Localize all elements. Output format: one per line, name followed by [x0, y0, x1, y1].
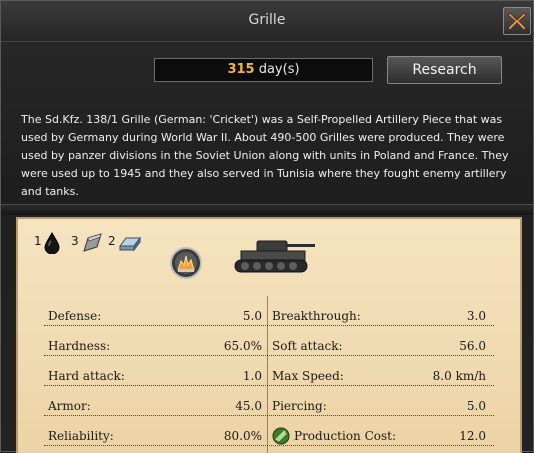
oil-drop-icon	[44, 232, 60, 254]
stat-value-armor: 45.0	[235, 399, 262, 413]
stat-label-piercing: Piercing:	[272, 399, 327, 413]
stat-row: Defense: 5.0 Breakthrough: 3.0	[44, 306, 494, 328]
stat-value-defense: 5.0	[242, 309, 262, 323]
stat-row: Hard attack: 1.0 Max Speed: 8.0 km/h	[44, 366, 494, 388]
stat-value-hard-attack: 1.0	[242, 369, 262, 383]
stat-value-piercing: 5.0	[466, 399, 486, 413]
research-days-unit: day(s)	[258, 62, 300, 77]
stat-row: Reliability: 80.0% Production Cost: 12.0	[44, 426, 494, 448]
stat-value-breakthrough: 3.0	[466, 309, 486, 323]
close-button[interactable]	[503, 7, 531, 35]
resource-steel-value: 3	[71, 234, 79, 248]
research-button[interactable]: Research	[387, 56, 502, 84]
stat-label-breakthrough: Breakthrough:	[272, 309, 361, 323]
stat-value-soft-attack: 56.0	[459, 339, 486, 353]
stat-label-soft-attack: Soft attack:	[272, 339, 343, 353]
production-gear-icon	[272, 427, 290, 445]
stat-row: Armor: 45.0 Piercing: 5.0	[44, 396, 494, 418]
unit-description: The Sd.Kfz. 138/1 Grille (German: 'Crick…	[21, 113, 509, 198]
research-days-value: 315	[227, 62, 255, 77]
stat-label-armor: Armor:	[48, 399, 91, 413]
explosion-icon	[170, 247, 202, 279]
stat-label-reliability: Reliability:	[48, 429, 114, 443]
resource-aluminium-value: 2	[108, 234, 116, 248]
research-time-display: 315 day(s)	[154, 58, 373, 82]
stat-label-hardness: Hardness:	[48, 339, 111, 353]
steel-icon	[83, 233, 102, 252]
close-icon	[507, 12, 527, 31]
section-divider	[1, 204, 533, 215]
stat-value-production-cost: 12.0	[459, 429, 486, 443]
stat-label-max-speed: Max Speed:	[272, 369, 344, 383]
tank-icon	[234, 240, 315, 273]
resource-oil-value: 1	[34, 234, 42, 248]
title-bar: Grille	[1, 1, 533, 42]
stat-value-max-speed: 8.0 km/h	[432, 369, 486, 383]
window-title: Grille	[248, 12, 286, 28]
tech-detail-window: Grille 315 day(s) Research The Sd.Kfz. 1…	[0, 0, 534, 453]
stat-value-reliability: 80.0%	[223, 429, 262, 443]
stat-value-hardness: 65.0%	[223, 339, 262, 353]
stat-label-defense: Defense:	[48, 309, 102, 323]
aluminium-icon	[119, 236, 141, 252]
stat-label-production-cost: Production Cost:	[294, 429, 397, 443]
stat-row: Hardness: 65.0% Soft attack: 56.0	[44, 336, 494, 358]
stat-label-hard-attack: Hard attack:	[48, 369, 125, 383]
